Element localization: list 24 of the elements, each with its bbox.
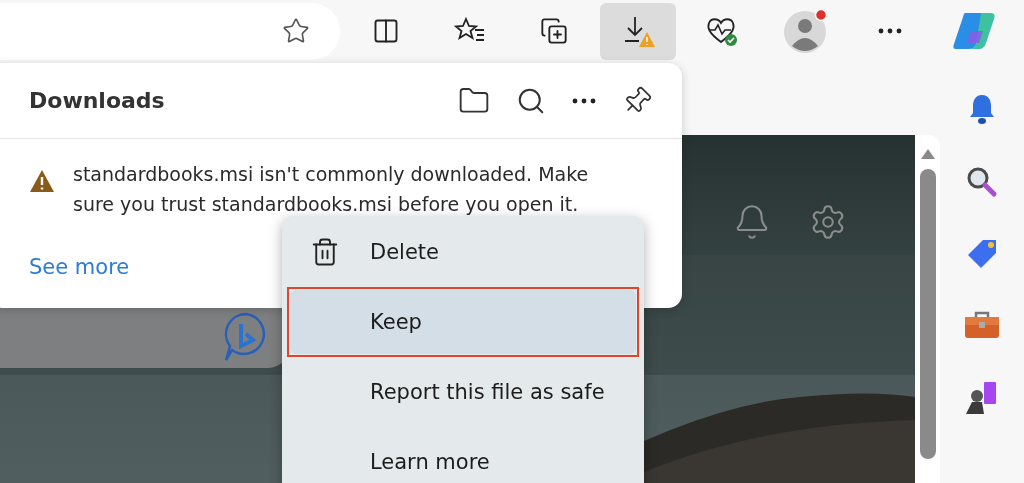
- warning-message: standardbooks.msi isn't commonly downloaded. Make sure you trust standardbooks.msi before you open it.: [73, 162, 590, 217]
- scrollbar-thumb[interactable]: [919, 169, 936, 459]
- panel-title: Downloads: [29, 88, 166, 113]
- warning-icon: [29, 169, 55, 193]
- collections-icon: [540, 17, 568, 45]
- trash-icon: [310, 237, 340, 267]
- toolbox-icon[interactable]: [964, 310, 1000, 340]
- toolbar-button[interactable]: [600, 2, 676, 60]
- split-screen-icon: [372, 17, 400, 45]
- magnifier-icon[interactable]: [966, 166, 998, 198]
- menu-item[interactable]: Delete: [290, 220, 636, 284]
- copilot-logo-icon: [951, 11, 997, 51]
- heart-check-icon: [705, 15, 739, 47]
- menu-item[interactable]: Learn more: [290, 430, 636, 483]
- scrollbar[interactable]: [915, 135, 940, 483]
- bell-icon[interactable]: [967, 92, 997, 126]
- menu-item[interactable]: Keep: [290, 290, 636, 354]
- more-icon[interactable]: [878, 28, 902, 34]
- menu-item[interactable]: Report this file as safe: [290, 360, 636, 424]
- more-icon[interactable]: [572, 97, 596, 104]
- see-more-link[interactable]: See more: [29, 255, 130, 279]
- favorite-star-icon[interactable]: [282, 17, 310, 45]
- avatar-icon: [783, 8, 829, 54]
- scroll-up-icon[interactable]: [920, 149, 935, 159]
